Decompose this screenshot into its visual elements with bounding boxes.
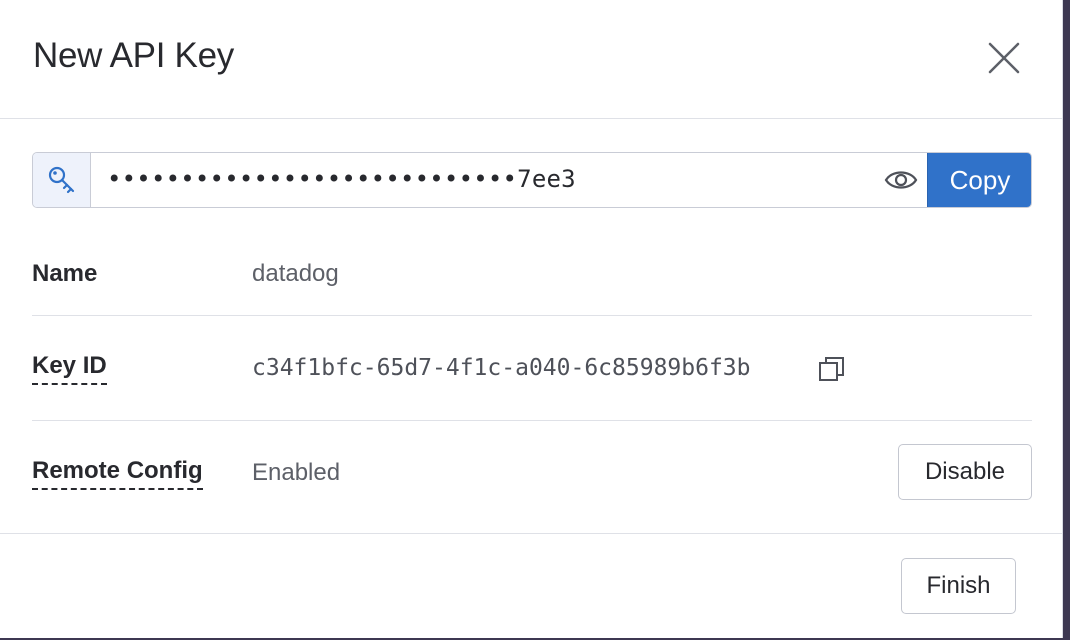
- new-api-key-modal: New API Key ••••••••••••••••••••••••••••…: [0, 0, 1063, 638]
- divider: [32, 315, 1032, 316]
- key-id-label[interactable]: Key ID: [32, 352, 107, 385]
- footer-divider: [0, 533, 1062, 534]
- name-label: Name: [32, 260, 98, 287]
- close-button[interactable]: [986, 40, 1022, 76]
- eye-icon: [884, 171, 918, 189]
- key-icon-box: [33, 153, 91, 207]
- copy-icon[interactable]: [817, 354, 847, 384]
- remote-config-value: Enabled: [252, 459, 341, 486]
- reveal-key-button[interactable]: [883, 165, 919, 195]
- close-icon: [988, 42, 1020, 74]
- modal-header: New API Key: [0, 0, 1062, 119]
- api-key-value[interactable]: ••••••••••••••••••••••••••••7ee3: [107, 165, 576, 193]
- remote-config-label[interactable]: Remote Config: [32, 457, 203, 490]
- divider: [32, 420, 1032, 421]
- key-icon: [48, 166, 75, 194]
- finish-button[interactable]: Finish: [901, 558, 1016, 614]
- name-value: datadog: [252, 260, 339, 287]
- key-id-row: Key ID c34f1bfc-65d7-4f1c-a040-6c85989b6…: [32, 352, 1032, 396]
- remote-config-row: Remote Config Enabled Disable: [32, 444, 1032, 500]
- name-row: Name datadog: [32, 258, 1032, 298]
- modal-title: New API Key: [33, 36, 234, 75]
- disable-button[interactable]: Disable: [898, 444, 1032, 500]
- key-id-value: c34f1bfc-65d7-4f1c-a040-6c85989b6f3b: [252, 355, 751, 381]
- copy-key-button[interactable]: Copy: [927, 153, 1031, 207]
- api-key-field: ••••••••••••••••••••••••••••7ee3 Copy: [32, 152, 1032, 208]
